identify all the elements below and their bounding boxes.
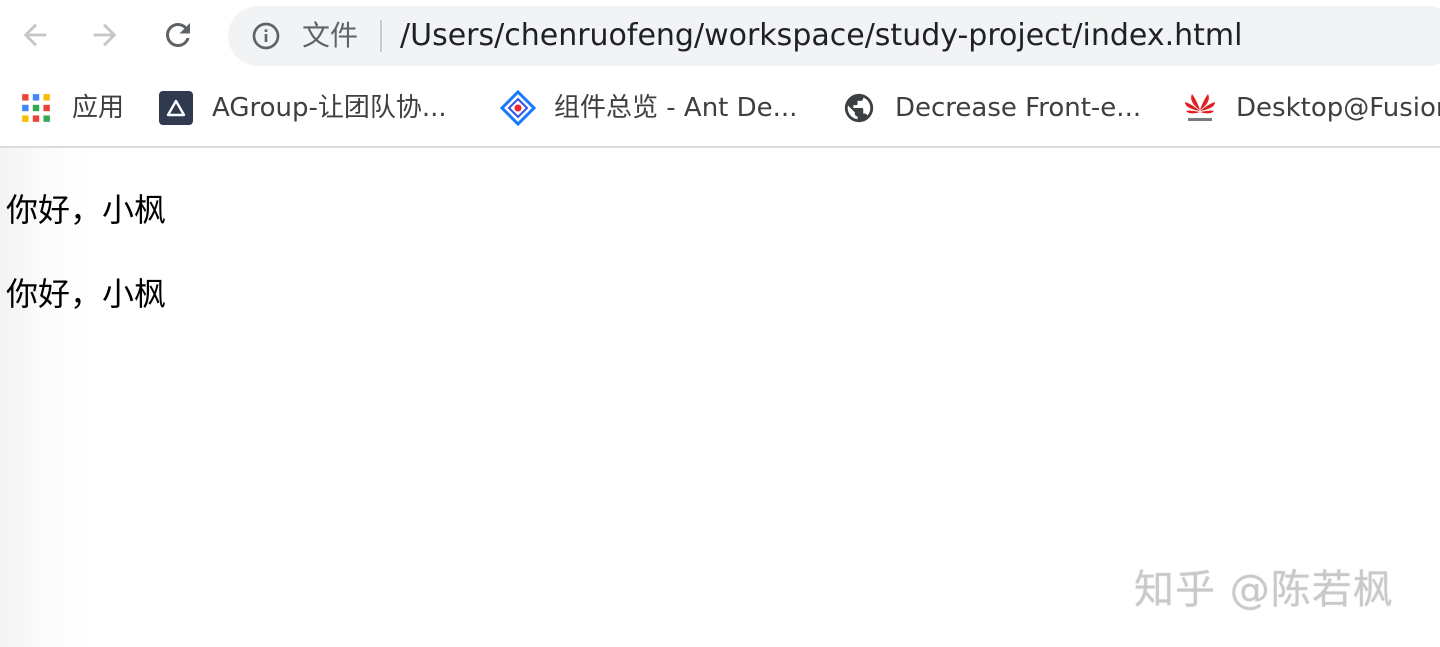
bookmarks-bar: 应用 AGroup-让团队协... 组件总览 - Ant De... Decre… <box>0 72 1440 148</box>
reload-icon <box>166 22 190 47</box>
zhihu-watermark: 知乎 @陈若枫 <box>1134 567 1394 613</box>
browser-window: 文件 /Users/chenruofeng/workspace/study-pr… <box>0 0 1440 647</box>
browser-toolbar: 文件 /Users/chenruofeng/workspace/study-pr… <box>0 0 1440 72</box>
back-arrow-icon <box>23 23 47 47</box>
forward-button[interactable] <box>82 12 128 58</box>
bookmark-label: 组件总览 - Ant De... <box>554 93 798 123</box>
agroup-logo-icon <box>158 90 194 126</box>
bookmark-apps[interactable]: 应用 <box>18 86 124 130</box>
bookmark-label: 应用 <box>72 93 125 123</box>
back-button[interactable] <box>12 12 58 58</box>
info-icon[interactable] <box>250 20 282 52</box>
address-bar[interactable]: 文件 /Users/chenruofeng/workspace/study-pr… <box>228 6 1440 66</box>
page-content: 你好，小枫 你好，小枫 知乎 @陈若枫 <box>0 148 1440 647</box>
bookmark-label: AGroup-让团队协... <box>212 93 447 123</box>
bookmark-label: Decrease Front-e... <box>895 93 1142 123</box>
bookmark-desktop-fusion[interactable]: Desktop@Fusion <box>1182 86 1440 130</box>
omnibox-separator <box>380 20 382 52</box>
apps-grid-icon <box>18 90 54 126</box>
greeting-paragraph: 你好，小枫 <box>6 191 167 229</box>
globe-icon <box>841 90 877 126</box>
bookmark-decrease-front-end[interactable]: Decrease Front-e... <box>841 86 1141 130</box>
ant-design-logo-icon <box>500 90 536 126</box>
greeting-paragraph: 你好，小枫 <box>6 275 167 313</box>
bookmark-agroup[interactable]: AGroup-让团队协... <box>158 86 447 130</box>
url-text[interactable]: /Users/chenruofeng/workspace/study-proje… <box>400 17 1242 55</box>
forward-arrow-icon <box>93 23 117 47</box>
reload-button[interactable] <box>155 12 201 58</box>
huawei-logo-icon <box>1182 90 1218 126</box>
bookmark-ant-design[interactable]: 组件总览 - Ant De... <box>500 86 797 130</box>
site-info-chip[interactable]: 文件 <box>302 18 358 54</box>
bookmark-label: Desktop@Fusion <box>1236 93 1440 123</box>
